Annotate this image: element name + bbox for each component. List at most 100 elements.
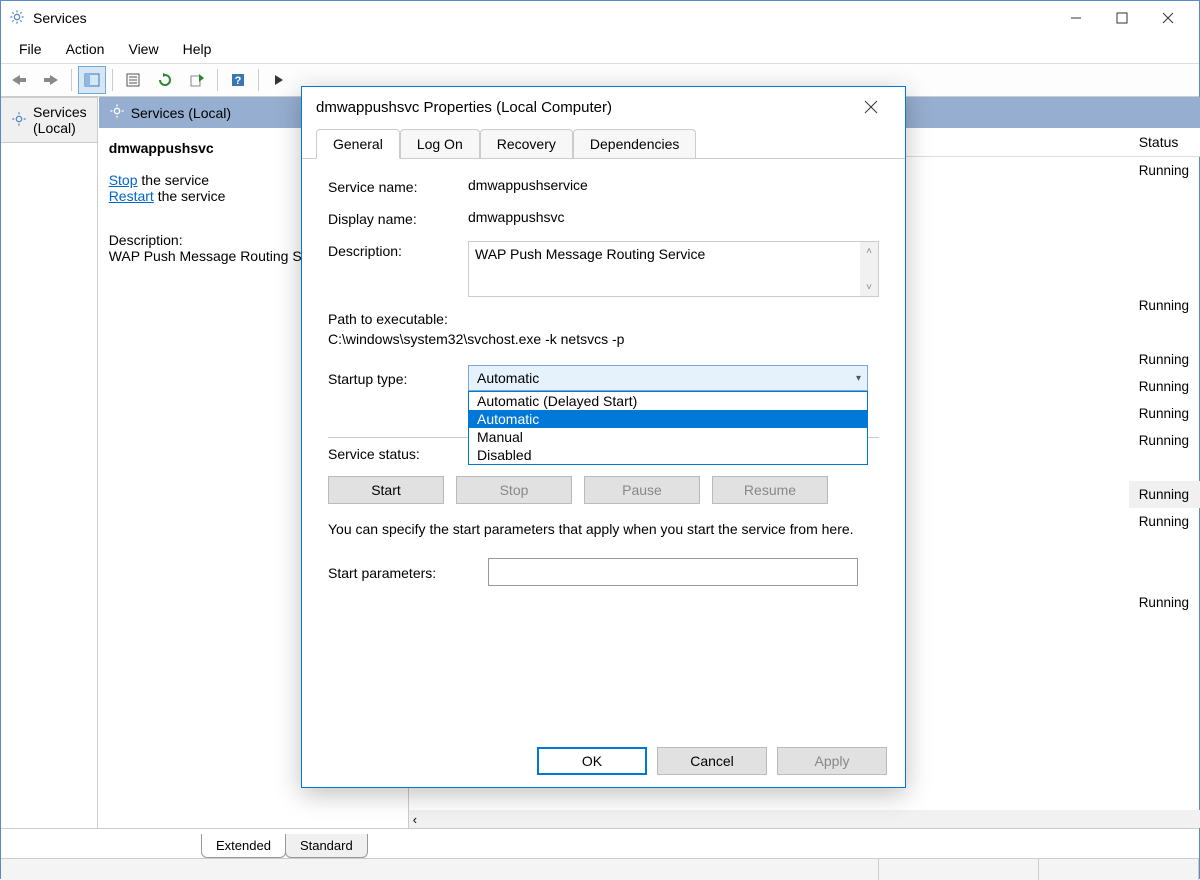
tab-extended[interactable]: Extended [201, 834, 286, 858]
col-status[interactable]: Status [1129, 128, 1200, 156]
table-row[interactable]: Manual (Trigg…Lo [1129, 562, 1200, 589]
table-row[interactable]: RunningAutomaticLo [1129, 427, 1200, 454]
close-button[interactable] [1145, 3, 1191, 33]
cell-status [1129, 620, 1200, 639]
horizontal-scrollbar[interactable]: ‹ › [409, 810, 1200, 828]
table-row[interactable]: ManualLo [1129, 238, 1200, 265]
scroll-left-icon[interactable]: ‹ [413, 812, 417, 827]
cell-status: Running [1129, 485, 1200, 504]
toolbar-sep [217, 69, 218, 91]
cell-status: Running [1129, 404, 1200, 423]
toolbar-sep [71, 69, 72, 91]
dialog-titlebar: dmwappushsvc Properties (Local Computer) [302, 87, 905, 127]
tab-recovery[interactable]: Recovery [480, 129, 573, 159]
start-params-input[interactable] [488, 558, 858, 586]
value-display-name: dmwappushsvc [468, 209, 879, 227]
cell-status [1129, 539, 1200, 558]
table-row[interactable]: Manual (Trigg…Lo [1129, 319, 1200, 346]
gear-icon [11, 111, 27, 130]
scroll-down-icon[interactable]: ˅ [860, 278, 878, 296]
table-row[interactable]: RunningAutomatic (Tri…N [1129, 508, 1200, 535]
cancel-button[interactable]: Cancel [657, 747, 767, 775]
show-hide-tree-button[interactable] [78, 66, 106, 94]
export-button[interactable] [183, 66, 211, 94]
table-row[interactable]: ManualLo [1129, 616, 1200, 643]
menu-view[interactable]: View [116, 38, 170, 60]
table-row[interactable]: RunningAutomaticLo [1129, 292, 1200, 319]
main-window: Services File Action View Help ? Se [0, 0, 1200, 879]
cell-status [1129, 458, 1200, 477]
window-controls [1053, 3, 1191, 33]
resume-button: Resume [712, 476, 828, 504]
startup-selected: Automatic [477, 370, 539, 386]
cell-status [1129, 566, 1200, 585]
table-row[interactable]: ManualLo [1129, 211, 1200, 238]
dialog-close-button[interactable] [851, 87, 891, 127]
dialog-page-general: Service name: dmwappushservice Display n… [302, 158, 905, 738]
table-row[interactable]: Automatic (De…N [1129, 535, 1200, 562]
maximize-button[interactable] [1099, 3, 1145, 33]
table-row[interactable]: Manual (TriggLo [1129, 697, 1200, 724]
forward-button[interactable] [37, 66, 65, 94]
cell-status [1129, 674, 1200, 693]
help-button[interactable]: ? [224, 66, 252, 94]
stop-button: Stop [456, 476, 572, 504]
startup-option[interactable]: Disabled [469, 446, 867, 464]
pause-button: Pause [584, 476, 700, 504]
table-row[interactable]: ManualLo [1129, 643, 1200, 670]
table-row[interactable]: RunningManual (Trigg…Lo [1129, 589, 1200, 616]
cell-status [1129, 269, 1200, 288]
restart-link[interactable]: Restart [109, 188, 154, 204]
start-button[interactable]: Start [328, 476, 444, 504]
properties-button[interactable] [119, 66, 147, 94]
table-row[interactable]: ManualN [1129, 454, 1200, 481]
tab-standard[interactable]: Standard [285, 834, 368, 858]
table-row[interactable]: ManualN [1129, 670, 1200, 697]
tab-general[interactable]: General [316, 129, 400, 159]
toolbar-sep [112, 69, 113, 91]
startup-option[interactable]: Automatic [469, 410, 867, 428]
table-row[interactable]: RunningManualLo [1129, 373, 1200, 400]
table-row[interactable]: RunningManualLo [1129, 157, 1200, 184]
description-value: WAP Push Message Routing Service [475, 246, 705, 262]
table-row[interactable]: RunningManualLo [1129, 400, 1200, 427]
refresh-button[interactable] [151, 66, 179, 94]
cell-status: Running [1129, 161, 1200, 180]
tree-root-item[interactable]: Services (Local) [1, 97, 97, 143]
tree-pane: Services (Local) [1, 97, 98, 828]
window-title: Services [33, 10, 1053, 26]
startup-option[interactable]: Automatic (Delayed Start) [469, 392, 867, 410]
scroll-up-icon[interactable]: ˄ [860, 242, 878, 260]
startup-option[interactable]: Manual [469, 428, 867, 446]
label-start-params: Start parameters: [328, 563, 488, 581]
table-row[interactable]: Manual (Trigg…Lo [1129, 265, 1200, 292]
table-row[interactable]: RunningAutomaticLo [1129, 346, 1200, 373]
tab-dependencies[interactable]: Dependencies [573, 129, 697, 159]
tab-logon[interactable]: Log On [400, 129, 480, 159]
stop-link[interactable]: Stop [109, 172, 138, 188]
value-path: C:\windows\system32\svchost.exe -k netsv… [328, 331, 879, 347]
back-button[interactable] [5, 66, 33, 94]
start-service-button[interactable] [265, 66, 293, 94]
svg-text:?: ? [235, 75, 242, 87]
cell-status [1129, 215, 1200, 234]
hint-text: You can specify the start parameters tha… [328, 520, 879, 540]
table-row[interactable]: RunningAutomatic (Tri…Lo [1129, 481, 1200, 508]
dialog-tabs: General Log On Recovery Dependencies [302, 129, 905, 159]
menu-help[interactable]: Help [171, 38, 224, 60]
minimize-button[interactable] [1053, 3, 1099, 33]
table-row[interactable]: Manual (Trigg…Lo [1129, 184, 1200, 211]
description-textbox[interactable]: WAP Push Message Routing Service ˄ ˅ [468, 241, 879, 297]
startup-type-combobox[interactable]: Automatic ▾ Automatic (Delayed Start)Aut… [468, 365, 868, 391]
cell-status: Running [1129, 431, 1200, 450]
statusbar [1, 858, 1199, 880]
menu-action[interactable]: Action [54, 38, 117, 60]
description-scrollbar[interactable]: ˄ ˅ [860, 242, 878, 296]
cell-status: Running [1129, 350, 1200, 369]
cell-status: Running [1129, 296, 1200, 315]
menu-file[interactable]: File [7, 38, 54, 60]
gear-icon [9, 9, 27, 27]
ok-button[interactable]: OK [537, 747, 647, 775]
dialog-title: dmwappushsvc Properties (Local Computer) [316, 99, 851, 116]
startup-dropdown-list[interactable]: Automatic (Delayed Start)AutomaticManual… [468, 391, 868, 465]
